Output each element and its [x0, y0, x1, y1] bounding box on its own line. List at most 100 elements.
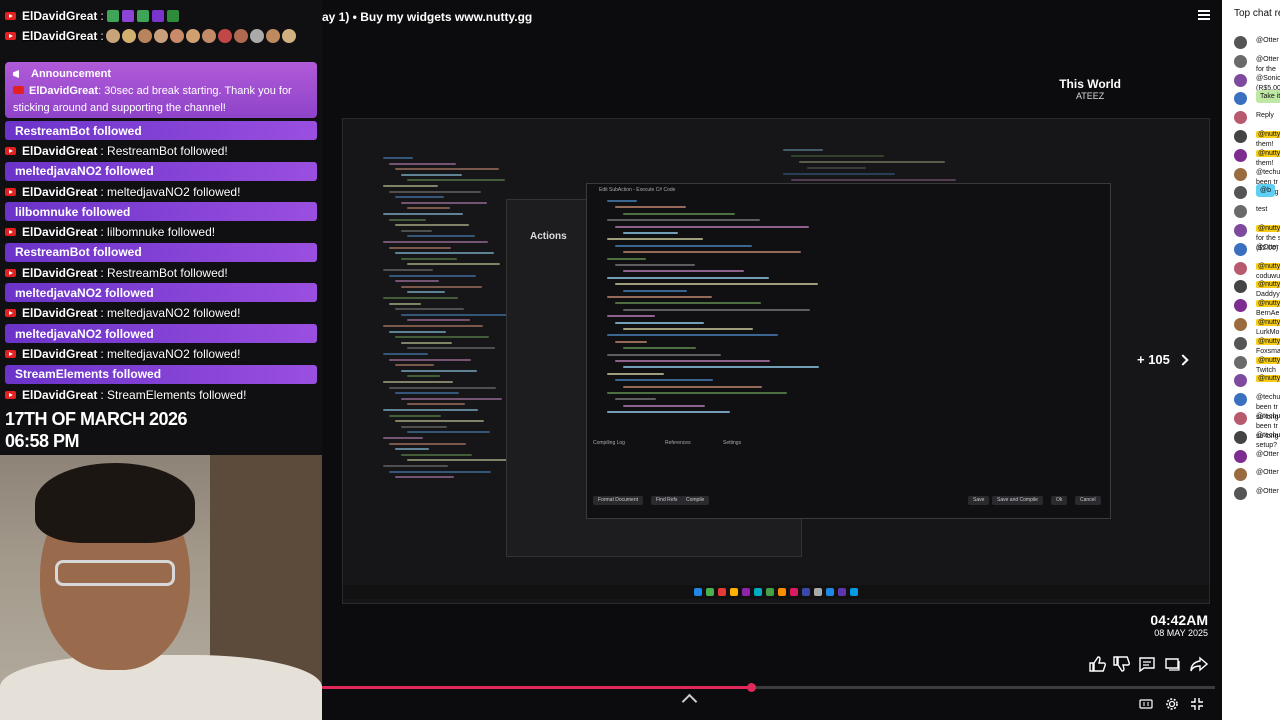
chat-mention: @Otter	[1256, 469, 1279, 477]
settings-icon[interactable]	[1165, 697, 1179, 711]
chat-message-row: @nutty	[1234, 374, 1280, 388]
code-line	[395, 392, 459, 395]
code-line	[383, 381, 453, 383]
menu-icon[interactable]	[1198, 8, 1210, 20]
more-items-counter[interactable]: + 105	[1137, 352, 1170, 367]
youtube-icon	[5, 228, 16, 237]
time-line: 06:58 PM	[5, 431, 80, 451]
chat-message-row: @Otter	[1234, 36, 1279, 49]
code-line	[383, 465, 448, 467]
chat-message-row: @nutty them!	[1234, 130, 1280, 150]
code-line	[607, 315, 655, 318]
badge-icon	[136, 10, 149, 22]
code-line	[799, 161, 945, 163]
code-line	[407, 235, 475, 238]
code-line	[407, 207, 450, 210]
fullscreen-exit-icon[interactable]	[1190, 697, 1204, 711]
webcam-hair	[35, 463, 195, 543]
taskbar-app-icon	[730, 588, 738, 596]
chat-username: ElDavidGreat	[22, 347, 98, 361]
code-line	[607, 200, 637, 202]
code-line	[401, 285, 482, 288]
chat-mention: @techu	[1256, 168, 1280, 176]
stream-overlay: ElDavidGreat: ElDavidGreat: Announcement …	[0, 0, 322, 720]
video-player[interactable]: ay 1) • Buy my widgets www.nutty.gg This…	[322, 0, 1222, 720]
avatar	[1234, 111, 1247, 125]
youtube-icon	[5, 390, 16, 399]
code-line	[401, 397, 502, 400]
format-button: Format Document	[593, 496, 644, 505]
avatar	[1234, 148, 1247, 162]
taskbar-app-icon	[778, 588, 786, 596]
youtube-icon	[13, 86, 24, 94]
chat-mention: Take it th	[1256, 90, 1280, 104]
megaphone-icon	[13, 70, 19, 78]
code-line	[783, 173, 895, 175]
chevron-up-icon[interactable]	[681, 693, 698, 710]
emote-icon	[185, 29, 200, 43]
emote-icon	[233, 29, 248, 43]
code-line	[615, 321, 704, 324]
code-line	[401, 313, 507, 316]
chat-message-text: @nutty them!	[1256, 130, 1280, 150]
chat-username: ElDavidGreat	[22, 387, 98, 402]
code-line	[389, 330, 446, 333]
emote-icon	[169, 29, 184, 43]
code-line	[389, 358, 471, 361]
youtube-icon	[5, 12, 16, 20]
code-line	[383, 409, 478, 411]
progress-bar[interactable]	[322, 683, 1215, 692]
badge-icon	[106, 10, 119, 22]
taskbar-app-icon	[802, 588, 810, 596]
taskbar-app-icon	[838, 588, 846, 596]
code-line	[623, 328, 753, 330]
chat-message-text: Take it th	[1256, 90, 1280, 104]
avatar	[1234, 449, 1247, 463]
chat-message-row: @b	[1234, 184, 1275, 200]
code-line	[401, 201, 487, 204]
badge-icon	[121, 10, 134, 22]
share-list-icon[interactable]	[1164, 656, 1182, 672]
chat-mention: @Sonic	[1256, 74, 1280, 82]
screen-capture: Actions Edit SubAction - Execute C# Code…	[342, 118, 1210, 604]
code-line	[389, 470, 491, 473]
chat-username: ElDavidGreat	[22, 225, 98, 240]
captions-icon[interactable]	[1139, 697, 1153, 711]
chat-message: : StreamElements followed!	[100, 387, 247, 402]
code-line	[791, 179, 956, 181]
chat-mention: @nutty	[1256, 337, 1280, 345]
code-line	[389, 302, 421, 305]
chat-message-text: @Otter	[1256, 487, 1279, 497]
dislike-icon[interactable]	[1112, 656, 1130, 672]
code-line	[607, 238, 703, 241]
code-line	[623, 404, 705, 407]
code-line	[389, 442, 466, 445]
code-line	[807, 167, 866, 169]
chat-message-row: Take it th	[1234, 90, 1280, 106]
avatar	[1234, 430, 1247, 444]
follow-alert-bar: meltedjavaNO2 followed	[5, 324, 317, 343]
taskbar-app-icon	[790, 588, 798, 596]
chat-message-text: @Otter	[1256, 450, 1279, 460]
chat-message-text: @nutty them!	[1256, 149, 1280, 169]
code-line	[395, 364, 434, 367]
code-line	[623, 366, 819, 369]
like-icon[interactable]	[1088, 656, 1106, 672]
chat-message-row: @techu setup?	[1234, 430, 1280, 451]
date-display: 17TH OF MARCH 2026 06:58 PM	[5, 408, 188, 452]
code-line	[623, 385, 762, 388]
clock-time: 04:42AM	[1150, 612, 1208, 628]
announcement-label: Announcement	[31, 68, 112, 80]
follow-chat-line: ElDavidGreat: RestreamBot followed!	[5, 141, 317, 161]
live-chat: Top chat re @Otter @Otter for the @Sonic (R$…	[1222, 0, 1280, 720]
ok-button: Ok	[1051, 496, 1068, 505]
follow-alert-bar: meltedjavaNO2 followed	[5, 161, 317, 181]
taskbar-app-icon	[814, 588, 822, 596]
comment-icon[interactable]	[1138, 656, 1156, 672]
share-icon[interactable]	[1190, 656, 1208, 672]
progress-knob[interactable]	[746, 683, 756, 692]
code-line	[607, 296, 712, 298]
code-line	[383, 213, 463, 215]
code-line	[615, 206, 686, 209]
chat-header[interactable]: Top chat re	[1234, 8, 1280, 19]
